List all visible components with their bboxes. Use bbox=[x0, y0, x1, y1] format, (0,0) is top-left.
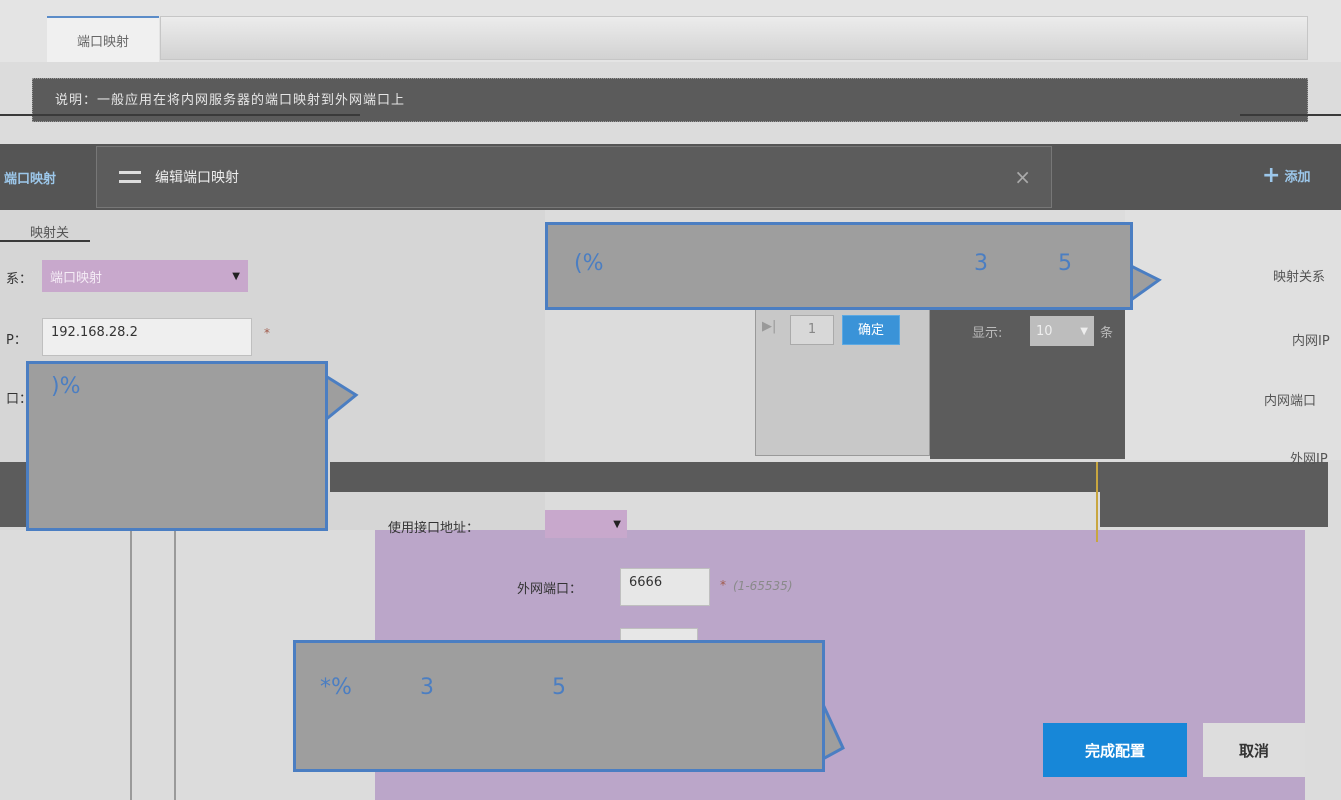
menu-icon bbox=[119, 171, 141, 183]
external-port-label: 外网端口： bbox=[517, 582, 583, 597]
row-internal-ip: 内网IP bbox=[1292, 334, 1330, 349]
modal-header: 编辑端口映射 × bbox=[96, 146, 1052, 208]
divider bbox=[0, 114, 360, 116]
row-mapping-type: 映射关系 bbox=[1273, 270, 1326, 285]
callout-annotation: (% 3 5 bbox=[545, 222, 1165, 312]
callout-text: 5 bbox=[1058, 251, 1072, 276]
row-external-ip: 外网IP bbox=[1290, 452, 1328, 467]
pagination: ▶| 1 确定 bbox=[755, 304, 930, 456]
mapping-type-select[interactable]: 端口映射 ▼ bbox=[42, 260, 248, 292]
divider bbox=[1096, 462, 1098, 542]
cancel-button[interactable]: 取消 bbox=[1203, 723, 1305, 777]
required-mark: * bbox=[264, 326, 270, 340]
external-port-input[interactable]: 6666 bbox=[620, 568, 710, 606]
dark-region bbox=[0, 462, 28, 527]
page-size-value: 10 bbox=[1036, 323, 1053, 339]
dark-region bbox=[330, 462, 1100, 492]
callout-text: 5 bbox=[552, 675, 566, 700]
internal-ip-input[interactable]: 192.168.28.2 bbox=[42, 318, 252, 356]
divider bbox=[1240, 114, 1341, 116]
mapping-label: 映射关 bbox=[30, 226, 70, 241]
callout-text: *% bbox=[320, 675, 352, 700]
finish-config-button[interactable]: 完成配置 bbox=[1043, 723, 1187, 777]
required-mark: * bbox=[720, 578, 726, 592]
chevron-down-icon: ▼ bbox=[613, 518, 621, 530]
type-label: 系： bbox=[6, 272, 33, 287]
divider bbox=[0, 240, 90, 242]
add-button[interactable]: + 添加 bbox=[1262, 158, 1341, 192]
tab-rail bbox=[160, 16, 1308, 60]
callout-body: *% 3 5 bbox=[293, 640, 825, 772]
use-interface-label: 使用接口地址： bbox=[388, 521, 480, 536]
divider bbox=[130, 530, 132, 800]
callout-body: )% bbox=[26, 361, 328, 531]
divider bbox=[174, 530, 176, 800]
tab-port-mapping[interactable]: 端口映射 bbox=[47, 16, 159, 62]
section-title: 端口映射 bbox=[4, 171, 57, 187]
external-port-hint: (1-65535) bbox=[733, 579, 793, 593]
callout-text: 3 bbox=[974, 251, 988, 276]
modal-title: 编辑端口映射 bbox=[155, 170, 239, 186]
dark-region bbox=[1100, 462, 1328, 527]
plus-icon: + bbox=[1262, 162, 1281, 188]
callout-text: (% bbox=[574, 251, 604, 276]
chevron-down-icon: ▼ bbox=[1080, 325, 1088, 337]
mapping-type-value: 端口映射 bbox=[50, 270, 103, 286]
callout-text: 3 bbox=[420, 675, 434, 700]
callout-annotation: )% bbox=[26, 361, 359, 533]
confirm-page-button[interactable]: 确定 bbox=[842, 315, 900, 345]
callout-text: )% bbox=[51, 374, 81, 399]
callout-body: (% 3 5 bbox=[545, 222, 1133, 310]
use-interface-select[interactable]: ▼ bbox=[545, 510, 627, 538]
dark-region bbox=[930, 304, 1125, 459]
page-size-select[interactable]: 10 ▼ bbox=[1030, 316, 1094, 346]
chevron-down-icon: ▼ bbox=[232, 270, 240, 282]
row-internal-port: 内网端口 bbox=[1264, 394, 1317, 409]
callout-annotation: *% 3 5 bbox=[293, 640, 848, 774]
last-page-icon[interactable]: ▶| bbox=[762, 319, 776, 334]
ip-label: P： bbox=[6, 333, 27, 348]
close-icon[interactable]: × bbox=[1014, 165, 1031, 189]
add-label: 添加 bbox=[1284, 169, 1311, 185]
page-size-label: 显示: bbox=[972, 326, 1003, 341]
page-size-unit: 条 bbox=[1100, 326, 1114, 341]
page-number-input[interactable]: 1 bbox=[790, 315, 834, 345]
